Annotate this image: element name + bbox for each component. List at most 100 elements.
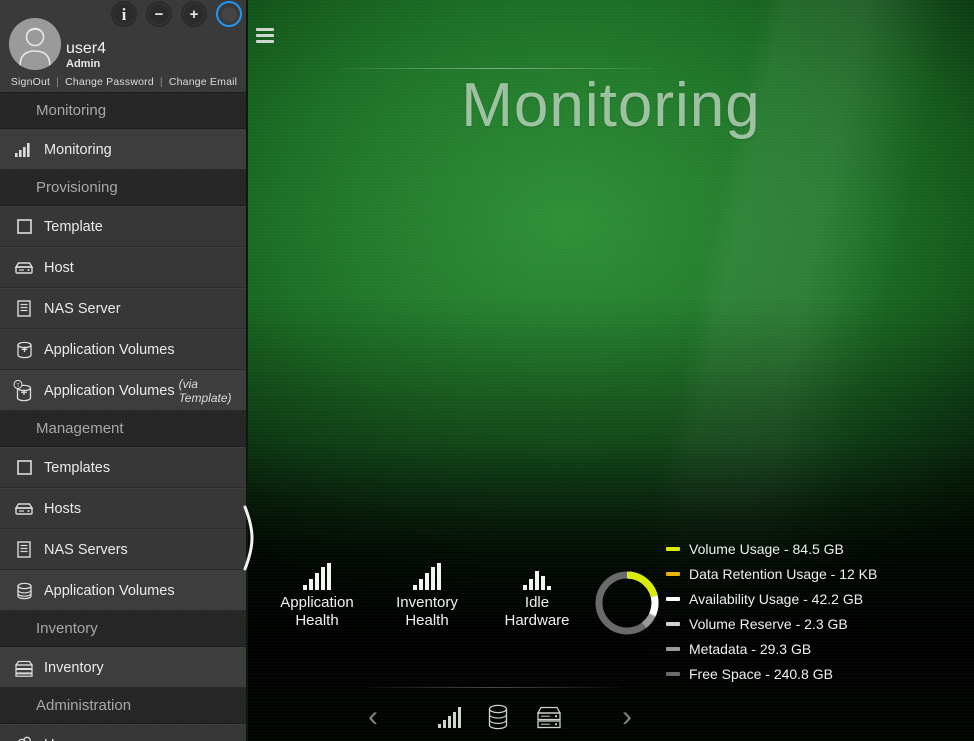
widget-application-health[interactable]: Application Health: [262, 562, 372, 630]
sidebar-item-management-application-volumes[interactable]: Application Volumes: [0, 570, 246, 611]
nav-monitoring-button[interactable]: [438, 706, 461, 728]
server-rack-icon: [535, 704, 563, 730]
widget-label-line1: Idle: [482, 594, 592, 612]
change-password-link[interactable]: Change Password: [65, 76, 154, 88]
document-icon: [12, 298, 36, 320]
sidebar-item-label: Hosts: [44, 501, 81, 517]
sidebar: i − + user4 Admin SignOut | Change Passw…: [0, 0, 248, 741]
widget-label-line2: Health: [372, 612, 482, 630]
signal-bars-icon: [12, 139, 36, 161]
sidebar-item-nas-servers[interactable]: NAS Servers: [0, 529, 246, 570]
legend-label: Data Retention Usage - 12 KB: [689, 566, 877, 582]
sidebar-item-label: Application Volumes: [44, 342, 175, 358]
sidebar-item-label: Host: [44, 260, 74, 276]
top-button-group: i − +: [111, 1, 242, 27]
legend-item-volume-usage[interactable]: Volume Usage - 84.5 GB: [666, 536, 877, 561]
section-header-monitoring: Monitoring: [0, 93, 246, 129]
user-avatar-icon: [9, 18, 61, 70]
signal-bars-icon: [482, 562, 592, 590]
legend-item-availability-usage[interactable]: Availability Usage - 42.2 GB: [666, 586, 877, 611]
nav-prev-button[interactable]: ‹: [360, 702, 386, 732]
widget-row: Application Health Inventory Health Idle…: [262, 562, 592, 630]
signal-bars-icon: [372, 562, 482, 590]
sidebar-menu: Monitoring Monitoring Provisioning: [0, 93, 246, 741]
sidebar-item-sublabel: (via Template): [179, 377, 246, 405]
server-rack-icon: [12, 657, 36, 679]
legend-item-metadata[interactable]: Metadata - 29.3 GB: [666, 636, 877, 661]
legend-swatch-icon: [666, 647, 680, 651]
circle-ring-icon: [222, 7, 237, 22]
bottom-nav-items: [438, 704, 563, 730]
widget-inventory-health[interactable]: Inventory Health: [372, 562, 482, 630]
bottom-nav-divider: [368, 687, 620, 688]
sidebar-item-inventory[interactable]: Inventory: [0, 647, 246, 688]
section-header-administration: Administration: [0, 688, 246, 724]
bracket-icon: [242, 505, 256, 571]
page-title: Monitoring: [248, 70, 974, 141]
square-outline-icon: [12, 216, 36, 238]
legend-label: Availability Usage - 42.2 GB: [689, 591, 863, 607]
signal-bars-icon: [438, 706, 461, 728]
section-header-provisioning: Provisioning: [0, 170, 246, 206]
storage-donut-chart[interactable]: [592, 568, 662, 638]
sidebar-item-templates[interactable]: Templates: [0, 447, 246, 488]
link-separator: |: [56, 76, 59, 88]
sidebar-item-monitoring[interactable]: Monitoring: [0, 129, 246, 170]
legend-swatch-icon: [666, 597, 680, 601]
change-email-link[interactable]: Change Email: [169, 76, 237, 88]
host-icon: [12, 498, 36, 520]
user-links: SignOut | Change Password | Change Email: [0, 76, 248, 88]
sidebar-item-label: Inventory: [44, 660, 104, 676]
donut-svg: [592, 568, 662, 638]
user-name: user4: [66, 40, 106, 58]
app-root: Monitoring Application Health Inventory …: [0, 0, 974, 741]
storage-legend: Volume Usage - 84.5 GB Data Retention Us…: [666, 536, 877, 686]
legend-item-free-space[interactable]: Free Space - 240.8 GB: [666, 661, 877, 686]
widget-label-line2: Hardware: [482, 612, 592, 630]
sidebar-item-label: Application Volumes: [44, 583, 175, 599]
database-icon: [12, 580, 36, 602]
sidebar-item-label: NAS Servers: [44, 542, 128, 558]
sidebar-item-nas-server[interactable]: NAS Server: [0, 288, 246, 329]
volume-plus-icon: [12, 339, 36, 361]
legend-swatch-icon: [666, 622, 680, 626]
status-button[interactable]: [216, 1, 242, 27]
sidebar-item-hosts[interactable]: Hosts: [0, 488, 246, 529]
legend-swatch-icon: [666, 547, 680, 551]
legend-label: Free Space - 240.8 GB: [689, 666, 833, 682]
legend-item-data-retention-usage[interactable]: Data Retention Usage - 12 KB: [666, 561, 877, 586]
sidebar-collapse-handle[interactable]: [242, 505, 256, 571]
hamburger-bar: [256, 34, 274, 37]
zoom-in-button[interactable]: +: [181, 1, 207, 27]
avatar[interactable]: [9, 18, 61, 70]
hamburger-bar: [256, 28, 274, 31]
nav-hardware-button[interactable]: [535, 704, 563, 730]
link-separator: |: [160, 76, 163, 88]
sidebar-item-host[interactable]: Host: [0, 247, 246, 288]
hamburger-bar: [256, 40, 274, 43]
host-icon: [12, 257, 36, 279]
signout-link[interactable]: SignOut: [11, 76, 50, 88]
widget-idle-hardware[interactable]: Idle Hardware: [482, 562, 592, 630]
volume-template-icon: T: [12, 380, 36, 402]
sidebar-item-template[interactable]: Template: [0, 206, 246, 247]
legend-label: Metadata - 29.3 GB: [689, 641, 811, 657]
sidebar-item-label: Templates: [44, 460, 110, 476]
zoom-out-button[interactable]: −: [146, 1, 172, 27]
nav-storage-button[interactable]: [487, 704, 509, 730]
legend-label: Volume Reserve - 2.3 GB: [689, 616, 848, 632]
hamburger-menu-icon[interactable]: [256, 28, 274, 43]
sidebar-item-application-volumes-via-template[interactable]: T Application Volumes (via Template): [0, 370, 246, 411]
sidebar-item-label: Application Volumes: [44, 383, 175, 399]
document-icon: [12, 539, 36, 561]
sidebar-item-users[interactable]: Users: [0, 724, 246, 741]
sidebar-item-application-volumes[interactable]: Application Volumes: [0, 329, 246, 370]
nav-next-button[interactable]: ›: [614, 702, 640, 732]
title-divider: [342, 68, 652, 69]
legend-item-volume-reserve[interactable]: Volume Reserve - 2.3 GB: [666, 611, 877, 636]
widget-label-line2: Health: [262, 612, 372, 630]
sidebar-item-label: Users: [44, 737, 82, 741]
bottom-nav: ‹: [360, 695, 640, 739]
info-button[interactable]: i: [111, 1, 137, 27]
legend-swatch-icon: [666, 572, 680, 576]
